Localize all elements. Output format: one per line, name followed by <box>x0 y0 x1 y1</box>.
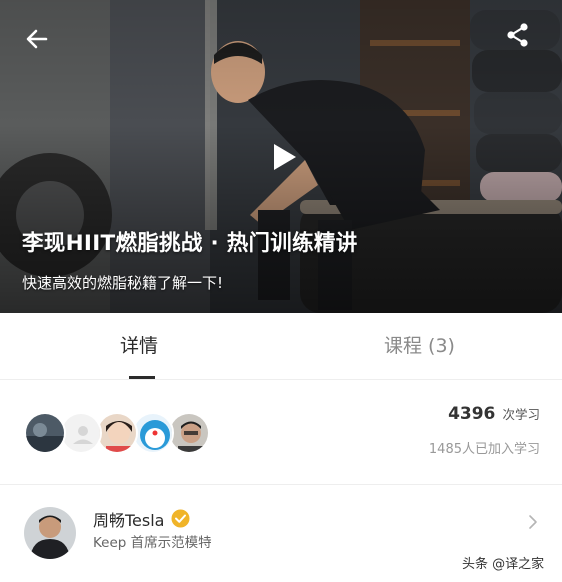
avatar-image <box>170 414 208 452</box>
coach-title: Keep 首席示范模特 <box>93 535 212 551</box>
arrow-left-icon <box>26 29 48 49</box>
chevron-right-icon <box>529 515 537 529</box>
verified-badge-icon <box>171 509 190 528</box>
learner-avatar[interactable] <box>60 412 102 454</box>
active-tab-indicator <box>129 376 155 379</box>
learn-count-number: 4396 <box>448 404 496 424</box>
watermark: 头条 @译之家 <box>462 557 545 572</box>
joined-count: 1485人已加入学习 <box>428 442 540 457</box>
default-avatar-icon <box>62 414 100 452</box>
avatar-image <box>26 414 64 452</box>
avatar-image <box>98 414 136 452</box>
avatar-image <box>24 507 76 559</box>
coach-name: 周畅Tesla <box>93 511 165 530</box>
learner-avatar[interactable] <box>96 412 138 454</box>
coach-avatar <box>24 507 76 559</box>
course-title: 李现HIIT燃脂挑战 · 热门训练精讲 <box>22 231 358 256</box>
learner-avatar[interactable] <box>24 412 66 454</box>
learners-section: 4396 次学习 1485人已加入学习 <box>0 380 562 485</box>
learner-avatar[interactable] <box>132 412 174 454</box>
play-video-button[interactable] <box>266 140 300 174</box>
tab-details[interactable]: 详情 <box>120 313 158 379</box>
tab-bar: 详情 课程 (3) <box>0 313 562 380</box>
play-icon <box>274 144 296 170</box>
learn-count: 4396 次学习 <box>448 404 540 424</box>
avatar-image <box>134 414 172 452</box>
learn-count-unit: 次学习 <box>502 407 540 422</box>
course-hero-banner: 李现HIIT燃脂挑战 · 热门训练精讲 快速高效的燃脂秘籍了解一下! <box>0 0 562 313</box>
learner-avatar[interactable] <box>168 412 210 454</box>
share-button[interactable] <box>504 21 532 49</box>
tab-courses[interactable]: 课程 (3) <box>384 313 455 379</box>
share-icon <box>507 23 528 47</box>
course-subtitle: 快速高效的燃脂秘籍了解一下! <box>22 274 224 292</box>
back-button[interactable] <box>24 26 50 52</box>
